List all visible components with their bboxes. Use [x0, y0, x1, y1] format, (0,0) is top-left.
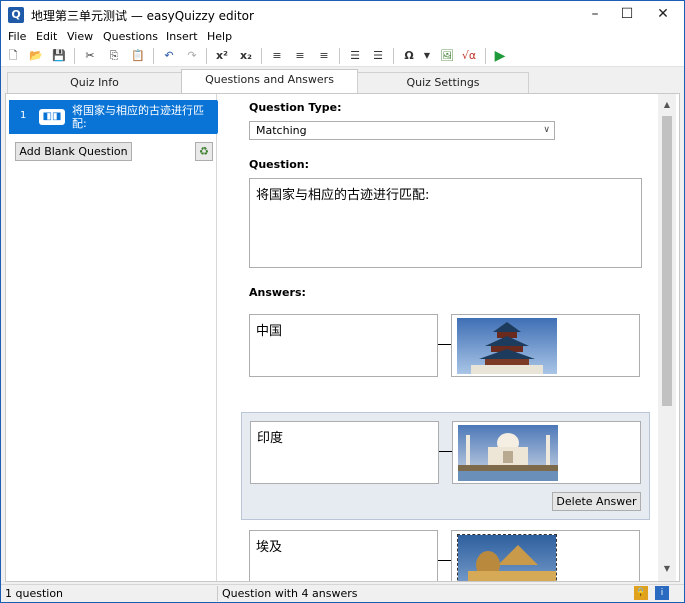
answer-image-box[interactable] — [451, 530, 640, 581]
answer-text-field[interactable]: 埃及 — [249, 530, 438, 581]
chevron-down-icon[interactable]: ▼ — [419, 48, 435, 64]
answer-image-box[interactable] — [452, 421, 641, 484]
question-count-status: 1 question — [5, 587, 64, 600]
question-text-field[interactable]: 将国家与相应的古迹进行匹配: — [249, 178, 642, 268]
answer-row-selected: 印度 Delete Answer — [241, 412, 650, 520]
question-label: Question: — [249, 158, 310, 171]
cut-icon[interactable]: ✂ — [82, 48, 98, 64]
numbered-list-icon[interactable]: ☰ — [347, 48, 363, 64]
answer-image-box[interactable] — [451, 314, 640, 377]
recycle-bin-icon[interactable]: ♻ — [195, 142, 213, 161]
symbol-omega-icon[interactable]: Ω — [401, 48, 417, 64]
match-connector — [438, 344, 451, 345]
toolbar: 🗋 📂 💾 ✂ ⎘ 📋 ↶ ↷ x² x₂ ≡ ≡ ≡ ☰ ☰ Ω ▼ 🖼 √α… — [1, 45, 684, 67]
tab-quiz-info[interactable]: Quiz Info — [7, 72, 182, 94]
paste-icon[interactable]: 📋 — [130, 48, 146, 64]
answer-row: 埃及 — [241, 522, 650, 581]
tab-content: 1 ◧◨ 将国家与相应的古迹进行匹配: Add Blank Question ♻… — [5, 93, 680, 582]
tab-quiz-settings[interactable]: Quiz Settings — [357, 72, 529, 94]
answer-row: 中国 — [241, 306, 650, 386]
question-list-pane: 1 ◧◨ 将国家与相应的古迹进行匹配: Add Blank Question ♻ — [6, 94, 229, 581]
new-file-icon[interactable]: 🗋 — [5, 48, 21, 64]
sphinx-image — [457, 534, 557, 581]
info-icon[interactable]: i — [655, 586, 669, 600]
close-icon[interactable]: ✕ — [646, 1, 680, 30]
answer-count-status: Question with 4 answers — [222, 587, 358, 600]
chevron-down-icon: ∨ — [543, 125, 550, 135]
question-type-label: Question Type: — [249, 101, 342, 114]
menu-insert[interactable]: Insert — [166, 30, 198, 43]
scroll-up-icon[interactable]: ▲ — [658, 97, 676, 113]
question-type-select[interactable]: Matching ∨ — [249, 121, 555, 140]
copy-icon[interactable]: ⎘ — [106, 48, 122, 64]
vertical-scrollbar[interactable]: ▲ ▼ — [658, 94, 676, 581]
menu-file[interactable]: File — [8, 30, 26, 43]
save-icon[interactable]: 💾 — [51, 48, 67, 64]
scrollbar-thumb[interactable] — [662, 116, 672, 406]
answer-text-field[interactable]: 印度 — [250, 421, 439, 484]
minimize-icon[interactable]: – — [578, 1, 612, 30]
align-center-icon[interactable]: ≡ — [292, 48, 308, 64]
scroll-down-icon[interactable]: ▼ — [658, 561, 676, 577]
status-bar: 1 question Question with 4 answers 🔒 i — [1, 584, 684, 602]
lock-icon[interactable]: 🔒 — [634, 586, 648, 600]
question-editor: Question Type: Matching ∨ Question: 将国家与… — [218, 94, 679, 581]
redo-icon[interactable]: ↷ — [184, 48, 200, 64]
app-icon: Q — [8, 7, 24, 23]
delete-answer-button[interactable]: Delete Answer — [552, 492, 641, 511]
align-right-icon[interactable]: ≡ — [316, 48, 332, 64]
undo-icon[interactable]: ↶ — [161, 48, 177, 64]
matching-type-icon: ◧◨ — [39, 109, 65, 125]
match-connector — [438, 560, 451, 561]
bullet-list-icon[interactable]: ☰ — [370, 48, 386, 64]
question-type-value: Matching — [256, 124, 307, 137]
app-window: Q 地理第三单元测试 — easyQuizzy editor – ☐ ✕ Fil… — [0, 0, 685, 603]
menu-view[interactable]: View — [67, 30, 93, 43]
tab-strip: Quiz Info Questions and Answers Quiz Set… — [1, 67, 684, 95]
answers-label: Answers: — [249, 286, 306, 299]
align-left-icon[interactable]: ≡ — [269, 48, 285, 64]
menu-questions[interactable]: Questions — [103, 30, 158, 43]
match-connector — [439, 451, 452, 452]
superscript-icon[interactable]: x² — [214, 48, 230, 64]
subscript-icon[interactable]: x₂ — [238, 48, 254, 64]
title-bar: Q 地理第三单元测试 — easyQuizzy editor – ☐ ✕ — [1, 1, 684, 30]
open-folder-icon[interactable]: 📂 — [28, 48, 44, 64]
window-title: 地理第三单元测试 — easyQuizzy editor — [31, 9, 254, 23]
maximize-icon[interactable]: ☐ — [610, 1, 644, 30]
insert-formula-icon[interactable]: √α — [461, 48, 477, 64]
insert-image-icon[interactable]: 🖼 — [439, 48, 455, 64]
temple-of-heaven-image — [457, 318, 557, 374]
question-number: 1 — [20, 110, 27, 121]
question-list-item[interactable]: 1 ◧◨ 将国家与相应的古迹进行匹配: — [9, 100, 229, 134]
play-preview-icon[interactable]: ▶ — [492, 48, 508, 64]
add-blank-question-button[interactable]: Add Blank Question — [15, 142, 132, 161]
tab-questions-and-answers[interactable]: Questions and Answers — [181, 69, 358, 95]
menu-edit[interactable]: Edit — [36, 30, 57, 43]
question-list-title: 将国家与相应的古迹进行匹配: — [72, 104, 204, 130]
answer-text-field[interactable]: 中国 — [249, 314, 438, 377]
taj-mahal-image — [458, 425, 558, 481]
menu-bar: File Edit View Questions Insert Help — [1, 30, 684, 45]
menu-help[interactable]: Help — [207, 30, 232, 43]
